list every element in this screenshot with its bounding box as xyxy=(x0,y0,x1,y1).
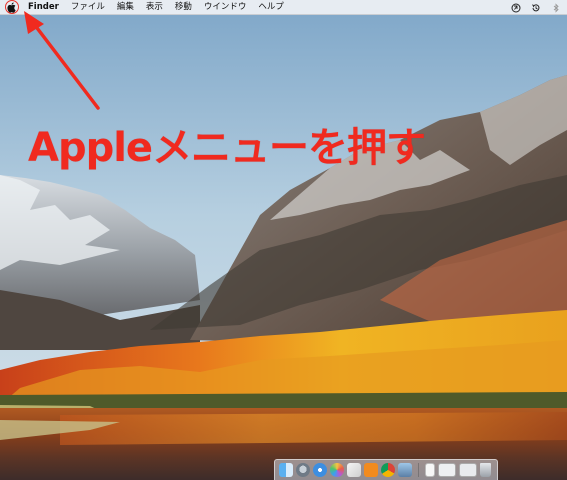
bluetooth-icon[interactable] xyxy=(551,2,561,13)
launchpad-icon[interactable] xyxy=(296,463,310,477)
photos-app-icon[interactable] xyxy=(330,463,344,477)
menu-bar: Finder ファイル 編集 表示 移動 ウインドウ ヘルプ xyxy=(0,0,567,15)
apple-menu-highlight-circle xyxy=(5,0,19,14)
status-menu-area xyxy=(511,0,561,15)
menu-file[interactable]: ファイル xyxy=(65,0,111,15)
menu-help[interactable]: ヘルプ xyxy=(252,0,290,15)
clock-history-icon[interactable] xyxy=(531,3,541,13)
dock-separator xyxy=(418,463,419,477)
finder-icon[interactable] xyxy=(279,463,293,477)
annotation-label: Appleメニューを押す xyxy=(28,125,426,171)
dock xyxy=(274,459,498,480)
desktop: Finder ファイル 編集 表示 移動 ウインドウ ヘルプ Appleメニュー xyxy=(0,0,567,480)
apple-menu-button[interactable] xyxy=(0,0,22,15)
time-machine-icon[interactable] xyxy=(511,3,521,13)
menu-go[interactable]: 移動 xyxy=(169,0,198,15)
safari-icon[interactable] xyxy=(313,463,327,477)
trash-icon[interactable] xyxy=(480,463,491,477)
menu-window[interactable]: ウインドウ xyxy=(198,0,253,15)
menu-finder[interactable]: Finder xyxy=(22,0,65,15)
menu-view[interactable]: 表示 xyxy=(140,0,169,15)
menu-edit[interactable]: 編集 xyxy=(111,0,140,15)
documents-icon[interactable] xyxy=(425,463,435,477)
finder-window-icon[interactable] xyxy=(438,463,456,477)
desktop-wallpaper xyxy=(0,0,567,480)
chrome-icon[interactable] xyxy=(381,463,395,477)
downloads-icon[interactable] xyxy=(459,463,477,477)
ibooks-icon[interactable] xyxy=(364,463,378,477)
photos-icon[interactable] xyxy=(347,463,361,477)
preview-icon[interactable] xyxy=(398,463,412,477)
